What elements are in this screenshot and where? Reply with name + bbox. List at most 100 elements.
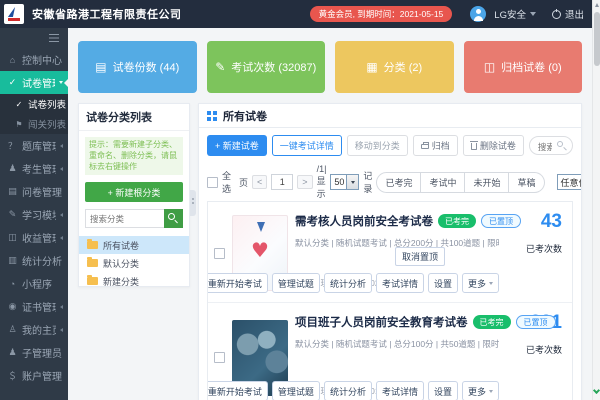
unpin-button[interactable]: 取消置顶 xyxy=(395,247,445,266)
exam-panel-title: 所有试卷 xyxy=(223,108,267,124)
archive-icon: ◫ xyxy=(484,60,495,74)
filter-draft[interactable]: 草稿 xyxy=(509,172,544,193)
sidebar-item-certificate-management[interactable]: ◉ 证书管理 xyxy=(0,295,68,318)
settings-button[interactable]: 设置 xyxy=(428,381,458,400)
more-button[interactable]: 更多 xyxy=(462,381,499,400)
exam-actions: 重新开始考试 管理试题 统计分析 考试详情 设置 更多 xyxy=(207,381,499,400)
sidebar-item-revenue-management[interactable]: ◫ 收益管理 xyxy=(0,226,68,249)
category-search-button[interactable] xyxy=(164,209,183,228)
folder-icon xyxy=(87,241,98,249)
sidebar-item-question-bank[interactable]: ？ 题库管理 xyxy=(0,134,68,157)
search-icon xyxy=(557,141,563,147)
sidebar-subitem-exam-list[interactable]: ✓ 试卷列表 xyxy=(0,94,68,114)
sidebar-item-exam-management[interactable]: ✓ 试卷管理 xyxy=(0,71,68,94)
home-icon: ⌂ xyxy=(7,55,18,65)
new-root-category-button[interactable]: + 新建根分类 xyxy=(85,182,183,202)
settings-button[interactable]: 设置 xyxy=(428,273,458,293)
more-button[interactable]: 更多 xyxy=(462,273,499,293)
sidebar-item-statistics[interactable]: ▥ 统计分析 xyxy=(0,249,68,272)
select-all-checkbox[interactable] xyxy=(207,177,218,188)
exam-checkbox[interactable] xyxy=(214,248,225,259)
sidebar-item-survey-management[interactable]: ▤ 问卷管理 xyxy=(0,180,68,203)
scroll-down-hint-icon xyxy=(593,387,600,394)
document-icon: ▤ xyxy=(95,60,106,74)
stat-card-exam-count[interactable]: ▤ 试卷份数 (44) xyxy=(78,41,197,93)
sidebar-item-learning-module[interactable]: ✎ 学习模块 xyxy=(0,203,68,226)
statistics-button[interactable]: 统计分析 xyxy=(324,381,372,400)
sidebar: ⌂ 控制中心 ✓ 试卷管理 ✓ 试卷列表 ⚑ 闯关列表 ？ 题库管理 ♟ 考生管… xyxy=(0,28,68,400)
sidebar-item-account-management[interactable]: ＄ 账户管理 xyxy=(0,364,68,387)
category-panel-title: 试卷分类列表 xyxy=(79,104,189,131)
exam-title[interactable]: 需考核人员岗前安全考试卷 xyxy=(295,213,433,229)
manage-questions-button[interactable]: 管理试题 xyxy=(272,273,320,293)
sidebar-toggle[interactable] xyxy=(0,28,68,48)
user-avatar[interactable] xyxy=(470,6,486,22)
grid-icon xyxy=(207,111,217,121)
edit-icon: ✎ xyxy=(215,60,225,74)
archive-button[interactable]: 归档 xyxy=(413,135,458,156)
user-name: LG安全 xyxy=(494,7,526,21)
page-number-input[interactable] xyxy=(271,174,293,190)
category-tree: 所有试卷 默认分类 新建分类 xyxy=(79,236,189,290)
sidebar-item-control-center[interactable]: ⌂ 控制中心 xyxy=(0,48,68,71)
chevron-down-icon xyxy=(489,390,493,393)
filter-not-started[interactable]: 未开始 xyxy=(465,172,509,193)
prev-page-button[interactable]: < xyxy=(252,175,267,189)
folder-icon xyxy=(87,277,98,285)
restart-exam-button[interactable]: 重新开始考试 xyxy=(207,273,268,293)
search-icon xyxy=(168,213,175,220)
sidebar-item-sub-admin[interactable]: ♟ 子管理员 xyxy=(0,341,68,364)
tree-item-all-exams[interactable]: 所有试卷 xyxy=(79,236,189,254)
statistics-button[interactable]: 统计分析 xyxy=(324,273,372,293)
move-to-category-button[interactable]: 移动到分类 xyxy=(347,135,408,156)
exam-search-input[interactable] xyxy=(530,139,572,156)
page-scrollbar[interactable] xyxy=(592,0,600,400)
filter-finished[interactable]: 已考完 xyxy=(376,172,421,193)
scrollbar-thumb[interactable] xyxy=(594,12,600,66)
filter-in-progress[interactable]: 考试中 xyxy=(421,172,465,193)
sidebar-submenu: ✓ 试卷列表 ⚑ 闯关列表 xyxy=(0,94,68,134)
exam-checkbox[interactable] xyxy=(214,352,225,363)
delete-exam-button[interactable]: 删除试卷 xyxy=(463,135,524,156)
company-name: 安徽省路港工程有限责任公司 xyxy=(32,6,302,22)
new-exam-button[interactable]: + 新建试卷 xyxy=(207,135,267,156)
manage-questions-button[interactable]: 管理试题 xyxy=(272,381,320,400)
wallet-icon: ◫ xyxy=(7,232,18,243)
author-filter-select[interactable]: 任意作者 xyxy=(557,174,583,190)
dollar-icon: ＄ xyxy=(7,369,18,382)
power-icon xyxy=(552,10,561,19)
tree-item-default-category[interactable]: 默认分类 xyxy=(79,254,189,272)
exam-detail-button[interactable]: 考试详情 xyxy=(376,381,424,400)
chevron-collapsed-icon xyxy=(60,144,63,148)
status-badge-finished: 已考完 xyxy=(473,315,511,329)
stat-card-attempt-count[interactable]: ✎ 考试次数 (32087) xyxy=(207,41,326,93)
stat-card-archived-count[interactable]: ◫ 归档试卷 (0) xyxy=(464,41,583,93)
logout-button[interactable]: 退出 xyxy=(552,7,584,21)
exam-card: 项目班子人员岗前安全教育考试卷 已考完 已置顶 默认分类 | 随机试题考试 | … xyxy=(208,303,572,400)
form-icon: ▤ xyxy=(7,186,18,197)
batch-exam-detail-button[interactable]: 一键考试详情 xyxy=(272,135,342,156)
exam-filters-row: 全选 页 < > /1|显示 50 记录 已考完 考试中 未开始 草稿 xyxy=(199,162,581,200)
panel-collapse-handle[interactable] xyxy=(190,190,196,216)
page-size-select[interactable]: 50 xyxy=(330,174,359,190)
question-icon: ？ xyxy=(7,139,18,152)
sidebar-item-examinee-management[interactable]: ♟ 考生管理 xyxy=(0,157,68,180)
sidebar-subitem-challenge-list[interactable]: ⚑ 闯关列表 xyxy=(0,114,68,134)
user-menu[interactable]: LG安全 xyxy=(494,7,536,21)
stats-row: ▤ 试卷份数 (44) ✎ 考试次数 (32087) ▦ 分类 (2) ◫ 归档… xyxy=(78,41,582,93)
stat-card-category-count[interactable]: ▦ 分类 (2) xyxy=(335,41,454,93)
exam-title[interactable]: 项目班子人员岗前安全教育考试卷 xyxy=(295,314,468,330)
sidebar-item-mini-program[interactable]: ◔ 小程序 xyxy=(0,272,68,295)
category-search-input[interactable] xyxy=(85,209,164,228)
scroll-up-arrow-icon[interactable] xyxy=(595,3,599,7)
tree-item-new-category[interactable]: 新建分类 xyxy=(79,272,189,290)
sidebar-item-my-homepage[interactable]: ♙ 我的主页 xyxy=(0,318,68,341)
chevron-collapsed-icon xyxy=(60,213,63,217)
flag-icon: ⚑ xyxy=(14,120,24,129)
exam-detail-button[interactable]: 考试详情 xyxy=(376,273,424,293)
next-page-button[interactable]: > xyxy=(297,175,312,189)
chevron-expanded-icon xyxy=(59,81,63,84)
trash-icon xyxy=(471,143,477,150)
page-label: 页 xyxy=(239,176,248,189)
restart-exam-button[interactable]: 重新开始考试 xyxy=(207,381,268,400)
